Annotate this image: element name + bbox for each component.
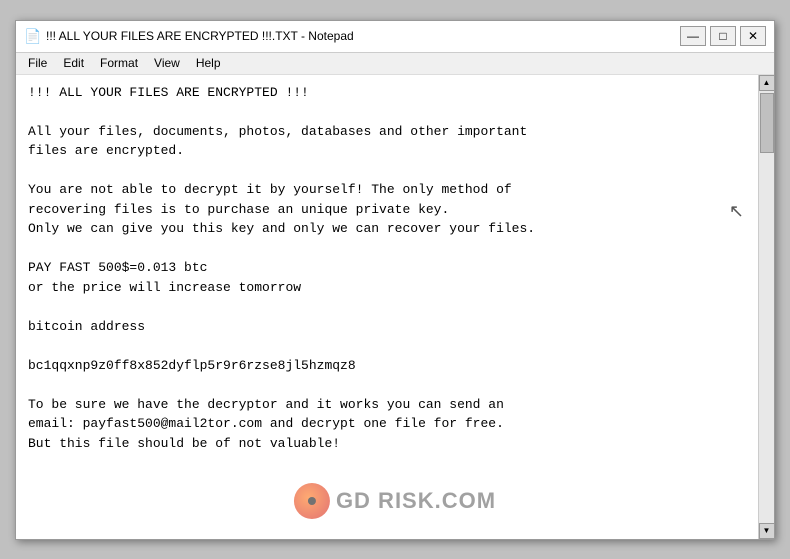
notepad-icon: 📄 bbox=[24, 28, 40, 44]
menu-help[interactable]: Help bbox=[188, 55, 229, 72]
minimize-button[interactable]: — bbox=[680, 26, 706, 46]
text-editor[interactable]: !!! ALL YOUR FILES ARE ENCRYPTED !!! All… bbox=[16, 75, 758, 539]
menu-format[interactable]: Format bbox=[92, 55, 146, 72]
window-controls: — □ ✕ bbox=[680, 26, 766, 46]
content-area: !!! ALL YOUR FILES ARE ENCRYPTED !!! All… bbox=[16, 75, 774, 539]
maximize-button[interactable]: □ bbox=[710, 26, 736, 46]
menu-view[interactable]: View bbox=[146, 55, 188, 72]
menu-edit[interactable]: Edit bbox=[55, 55, 92, 72]
close-button[interactable]: ✕ bbox=[740, 26, 766, 46]
scroll-down-button[interactable]: ▼ bbox=[759, 523, 775, 539]
notepad-window: 📄 !!! ALL YOUR FILES ARE ENCRYPTED !!!.T… bbox=[15, 20, 775, 540]
title-bar: 📄 !!! ALL YOUR FILES ARE ENCRYPTED !!!.T… bbox=[16, 21, 774, 53]
title-bar-left: 📄 !!! ALL YOUR FILES ARE ENCRYPTED !!!.T… bbox=[24, 28, 354, 44]
scroll-up-button[interactable]: ▲ bbox=[759, 75, 775, 91]
scroll-thumb[interactable] bbox=[760, 93, 774, 153]
menu-file[interactable]: File bbox=[20, 55, 55, 72]
window-title: !!! ALL YOUR FILES ARE ENCRYPTED !!!.TXT… bbox=[46, 29, 354, 43]
scroll-track[interactable] bbox=[759, 91, 774, 523]
menu-bar: File Edit Format View Help bbox=[16, 53, 774, 75]
scrollbar[interactable]: ▲ ▼ bbox=[758, 75, 774, 539]
